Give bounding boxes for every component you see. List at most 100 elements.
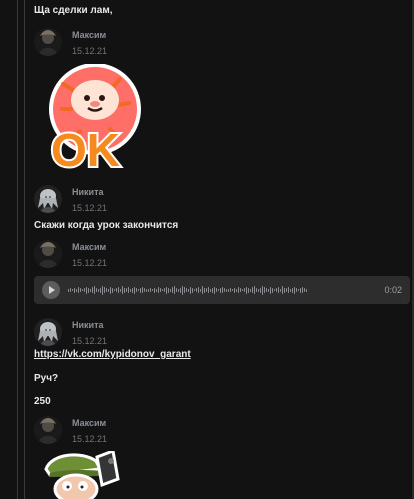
waveform-bar <box>204 287 205 293</box>
message-date: 15.12.21 <box>72 46 108 56</box>
avatar-nikita[interactable] <box>34 318 62 346</box>
waveform-bar <box>302 287 303 293</box>
message-header-nikita: Никита 15.12.21 <box>34 185 394 219</box>
waveform-bar <box>258 288 259 292</box>
waveform-bar <box>216 288 217 292</box>
waveform-bar <box>236 288 237 292</box>
audio-message[interactable]: 0:02 <box>34 276 410 304</box>
waveform-bar <box>102 285 103 295</box>
waveform-bar <box>262 285 263 295</box>
waveform-bar <box>186 288 187 292</box>
waveform-bar <box>124 287 125 293</box>
waveform-bar <box>164 288 165 292</box>
message-date: 15.12.21 <box>72 258 108 268</box>
waveform-bar <box>252 287 253 293</box>
waveform-bar <box>126 288 127 292</box>
message-link[interactable]: https://vk.com/kypidonov_garant <box>34 349 191 360</box>
waveform-bar <box>80 288 81 292</box>
waveform-bar <box>264 287 265 293</box>
man-sticker <box>44 451 120 499</box>
waveform-bar <box>68 288 69 292</box>
waveform-bar <box>190 286 191 294</box>
waveform-bar <box>90 288 91 292</box>
waveform-bar <box>86 286 87 294</box>
waveform-bar <box>76 288 77 292</box>
waveform-bar <box>286 288 287 292</box>
waveform-bar <box>288 287 289 293</box>
waveform-bar <box>292 287 293 293</box>
waveform-bar <box>220 287 221 293</box>
waveform-bar <box>196 288 197 292</box>
waveform-bar <box>152 289 153 291</box>
waveform-bar <box>110 286 111 294</box>
waveform-bar <box>202 286 203 294</box>
author-name[interactable]: Максим <box>72 30 106 40</box>
waveform-bar <box>154 287 155 293</box>
waveform-bar <box>296 288 297 292</box>
waveform-bar <box>226 288 227 292</box>
message-link-row: https://vk.com/kypidonov_garant <box>34 349 191 360</box>
author-name[interactable]: Никита <box>72 320 103 330</box>
waveform-bar <box>284 287 285 293</box>
waveform-bar <box>100 287 101 293</box>
waveform-bar <box>304 288 305 292</box>
waveform-bar <box>222 287 223 293</box>
waveform-bar <box>112 287 113 293</box>
waveform-bar <box>108 288 109 292</box>
waveform-bar <box>194 289 195 291</box>
author-name[interactable]: Никита <box>72 187 103 197</box>
waveform-bar <box>250 288 251 292</box>
waveform-bar <box>212 287 213 293</box>
waveform-bar <box>94 286 95 294</box>
waveform-bar <box>114 289 115 291</box>
waveform-bar <box>104 287 105 293</box>
waveform-bar <box>268 288 269 292</box>
play-icon[interactable] <box>42 281 60 299</box>
waveform-bar <box>234 287 235 293</box>
author-name[interactable]: Максим <box>72 418 106 428</box>
waveform-bar <box>254 286 255 294</box>
waveform-bar <box>146 288 147 292</box>
tiger-ok-sticker: OK <box>49 64 141 172</box>
message-text: Руч? <box>34 373 59 384</box>
waveform-bar <box>106 288 107 292</box>
waveform-bar <box>96 288 97 292</box>
waveform-bar <box>214 286 215 294</box>
waveform-bar <box>238 287 239 293</box>
avatar-nikita[interactable] <box>34 185 62 213</box>
waveform-bar <box>276 288 277 292</box>
waveform-bar <box>116 288 117 292</box>
waveform-bar <box>256 288 257 292</box>
waveform-bar <box>148 288 149 292</box>
waveform-bar <box>198 287 199 293</box>
waveform-bar <box>270 286 271 294</box>
waveform-bar <box>140 287 141 293</box>
avatar-maksim[interactable] <box>34 416 62 444</box>
avatar-maksim[interactable] <box>34 240 62 268</box>
waveform-bar <box>130 288 131 292</box>
waveform-bar <box>230 288 231 292</box>
waveform-bar <box>274 289 275 291</box>
waveform-bar <box>306 288 307 292</box>
waveform-bar <box>242 289 243 291</box>
waveform-bar <box>78 287 79 293</box>
message-header-maksim: Максим 15.12.21 <box>34 416 394 450</box>
waveform-bar <box>72 289 73 291</box>
message-header-nikita: Никита 15.12.21 <box>34 318 394 352</box>
waveform-bar <box>74 287 75 293</box>
author-name[interactable]: Максим <box>72 242 106 252</box>
message-text: Ща сделки лам, <box>34 5 113 16</box>
waveform-bar <box>122 286 123 294</box>
avatar-maksim[interactable] <box>34 28 62 56</box>
audio-duration: 0:02 <box>384 285 402 295</box>
audio-waveform[interactable] <box>68 280 386 300</box>
message-header-maksim: Максим 15.12.21 <box>34 240 394 274</box>
waveform-bar <box>142 287 143 293</box>
waveform-bar <box>300 287 301 293</box>
waveform-bar <box>294 286 295 294</box>
waveform-bar <box>232 289 233 291</box>
waveform-bar <box>278 287 279 293</box>
waveform-bar <box>118 287 119 293</box>
waveform-bar <box>92 287 93 293</box>
waveform-bar <box>206 288 207 292</box>
